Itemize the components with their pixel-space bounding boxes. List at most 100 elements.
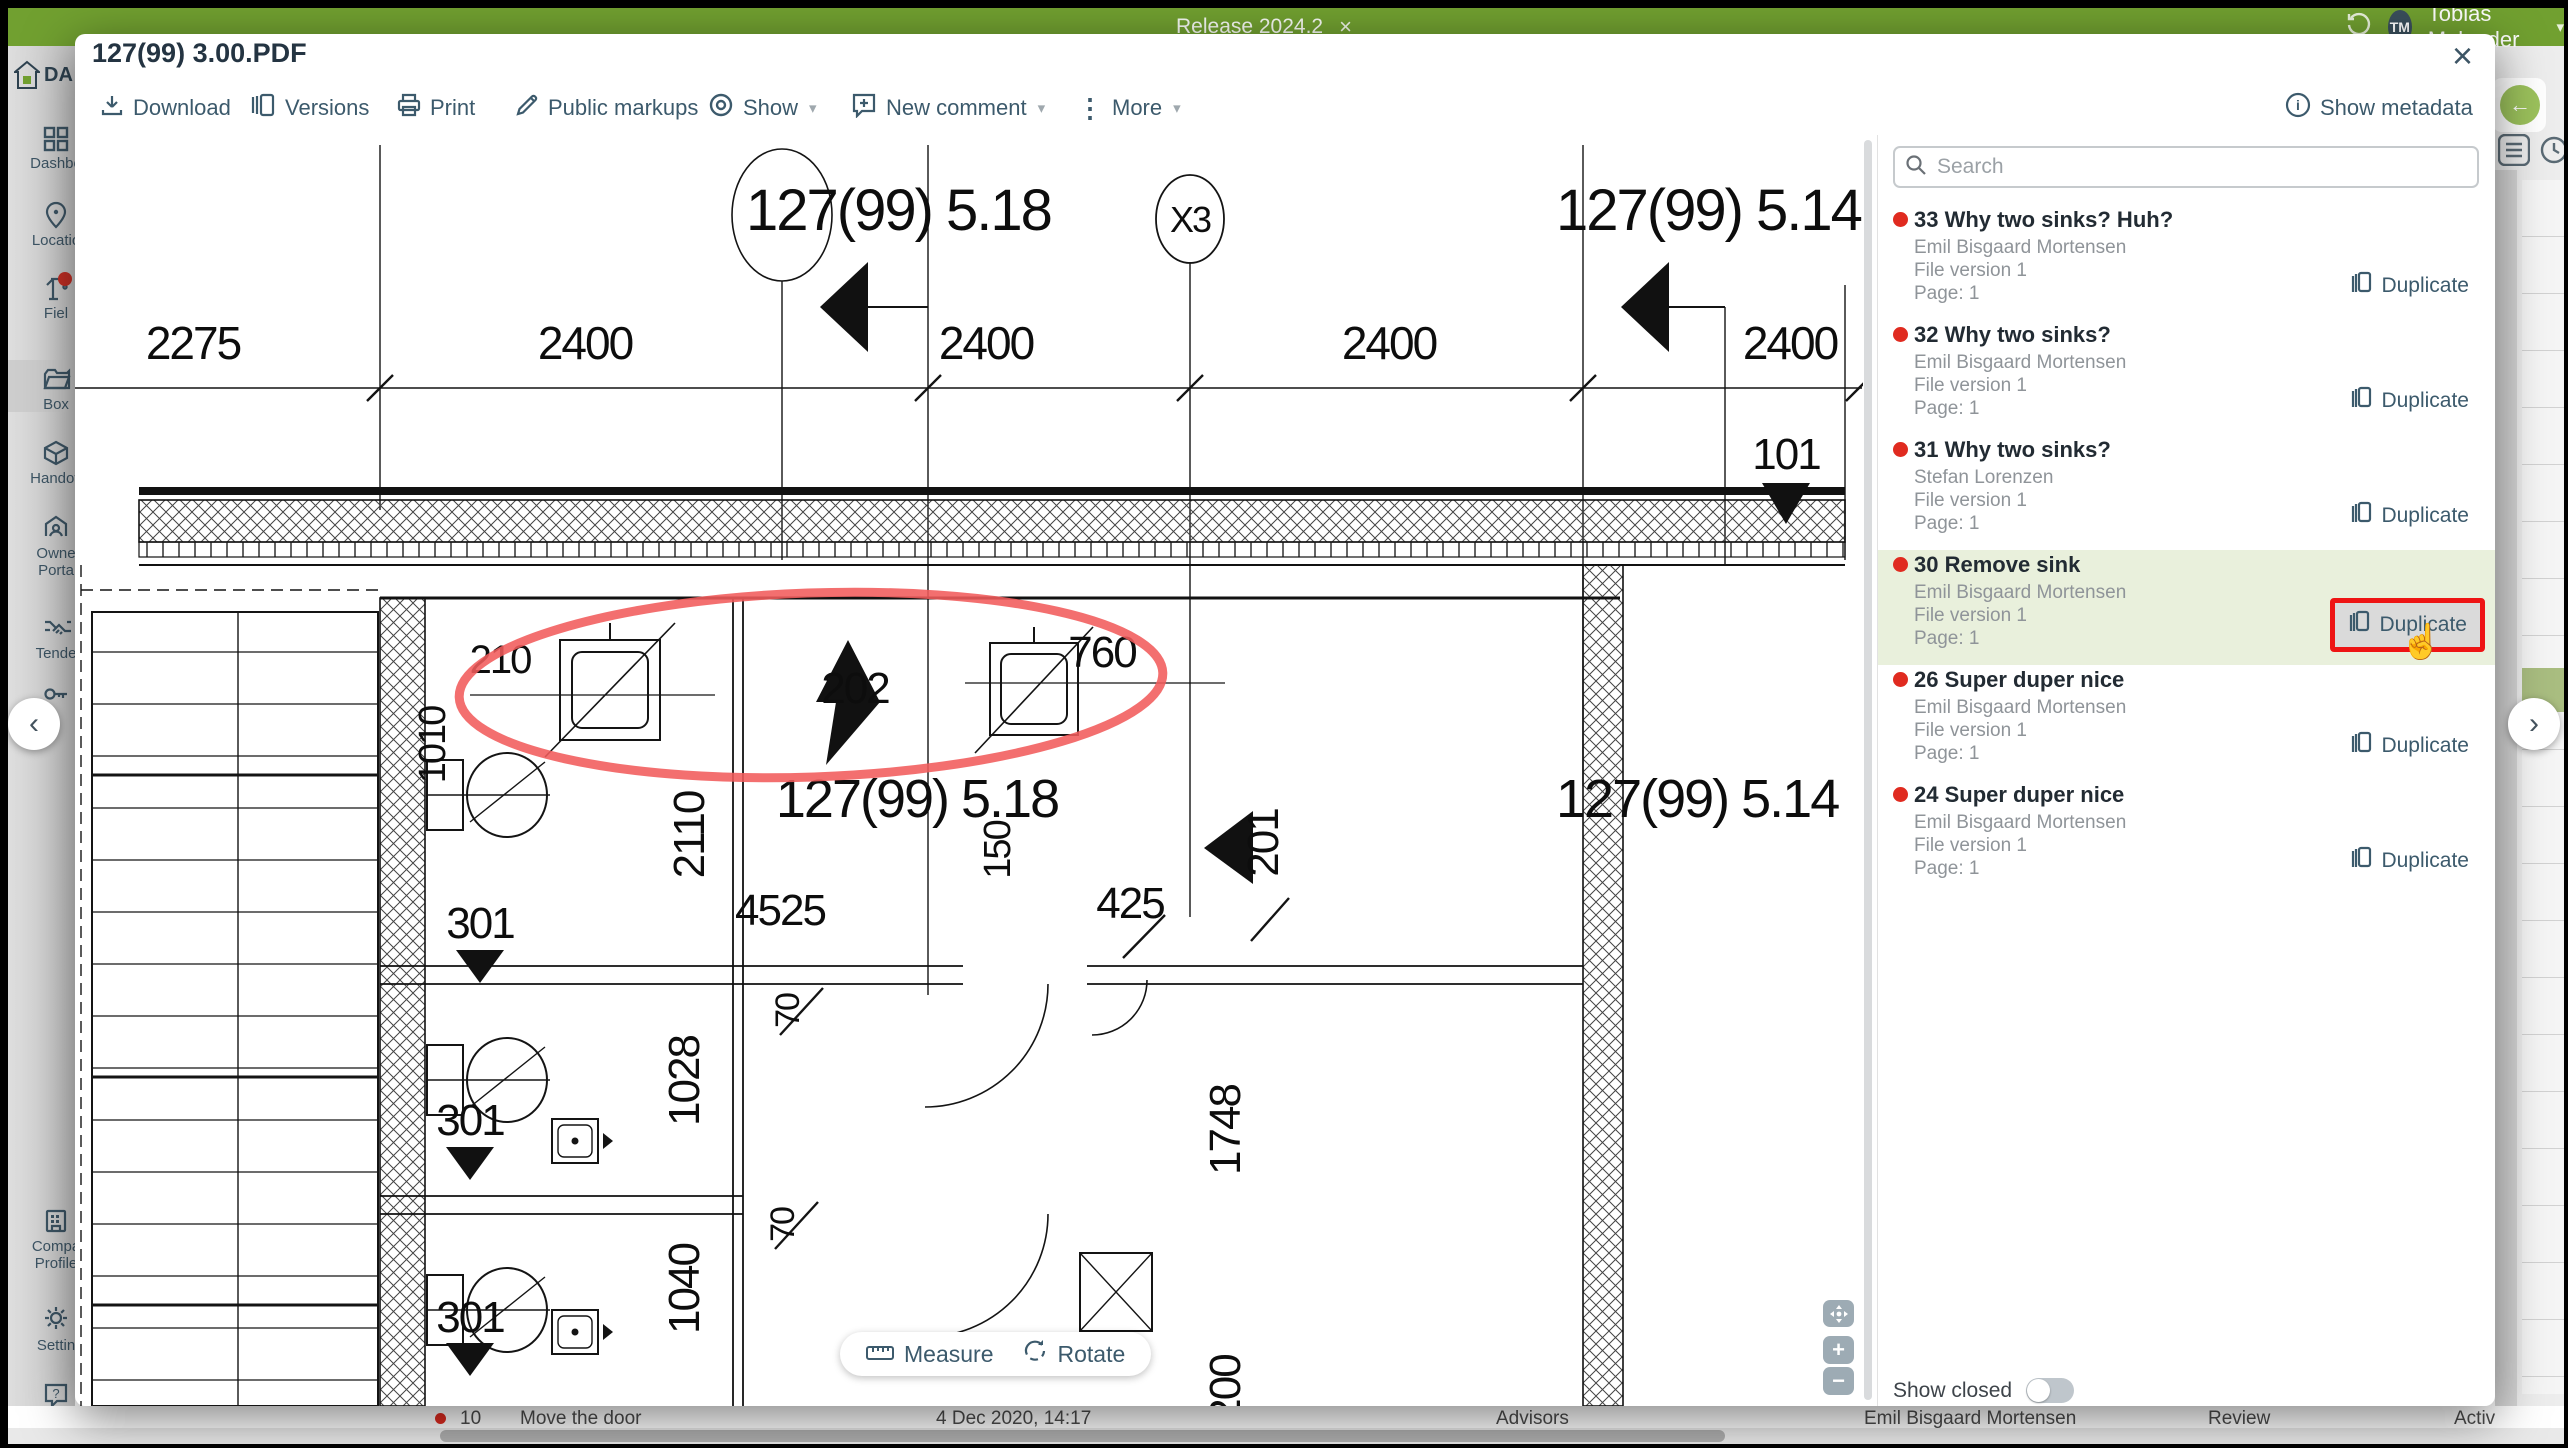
comment-page: Page: 1: [1914, 857, 2126, 880]
ruler-icon: [866, 1341, 894, 1368]
duplicate-icon: [2348, 610, 2370, 640]
duplicate-button[interactable]: Duplicate: [2340, 265, 2479, 307]
comment-author: Emil Bisgaard Mortensen: [1914, 236, 2126, 259]
comment-author: Emil Bisgaard Mortensen: [1914, 696, 2126, 719]
public-markups-button[interactable]: Public markups: [515, 92, 698, 124]
comment-page: Page: 1: [1914, 282, 2126, 305]
comment-file-version: File version 1: [1914, 604, 2126, 627]
search-input[interactable]: [1935, 154, 2435, 180]
comment-page: Page: 1: [1914, 512, 2053, 535]
svg-text:X3: X3: [1170, 199, 1211, 240]
print-icon: [397, 93, 421, 123]
svg-text:70: 70: [769, 993, 807, 1028]
walls: [139, 487, 1845, 1406]
horizontal-scrollbar-thumb[interactable]: [440, 1430, 1725, 1442]
svg-text:?: ?: [52, 1386, 59, 1401]
back-arrow-icon: ←: [2509, 92, 2531, 118]
dashboard-icon: [43, 126, 69, 157]
comment-status-dot: [1893, 557, 1908, 572]
comment-item-26[interactable]: 26 Super duper nice Emil Bisgaard Morten…: [1878, 665, 2495, 780]
duplicate-button[interactable]: Duplicate: [2340, 380, 2479, 422]
folder-icon: [43, 366, 71, 397]
svg-text:2400: 2400: [1342, 317, 1437, 369]
download-button[interactable]: Download: [100, 92, 231, 124]
cursor-hand-icon: ☝: [2400, 622, 2442, 662]
row-date: 4 Dec 2020, 14:17: [936, 1408, 1091, 1430]
svg-text:2275: 2275: [146, 317, 241, 369]
row-id: 10: [460, 1408, 481, 1430]
versions-button[interactable]: Versions: [250, 92, 369, 124]
comment-search[interactable]: [1893, 146, 2479, 188]
list-view-icon[interactable]: [2498, 134, 2530, 171]
notification-badge: [58, 272, 72, 286]
svg-text:1748: 1748: [1201, 1085, 1250, 1175]
svg-text:1040: 1040: [660, 1244, 709, 1334]
comment-status-dot: [1893, 672, 1908, 687]
red-markup-ellipse[interactable]: [456, 581, 1166, 789]
comment-item-32[interactable]: 32 Why two sinks? Emil Bisgaard Mortense…: [1878, 320, 2495, 435]
frame-left: [0, 0, 8, 1448]
screen: Release 2024.2 × TM Tobias Melander ▾ DA…: [0, 0, 2568, 1448]
comment-plus-icon: [851, 92, 877, 124]
rotate-icon: [1023, 1339, 1047, 1369]
app-logo[interactable]: DA: [14, 60, 73, 90]
svg-text:201: 201: [1239, 809, 1288, 877]
show-button[interactable]: Show ▾: [708, 92, 817, 124]
drawing-canvas[interactable]: 127(99) 5.18 X3 127(99) 5.14 2275 2400 2…: [75, 135, 1863, 1406]
row-status: Activ: [2454, 1408, 2495, 1430]
more-button[interactable]: ⋮ More ▾: [1077, 92, 1181, 124]
svg-text:70: 70: [764, 1207, 802, 1242]
comment-item-33[interactable]: 33 Why two sinks? Huh? Emil Bisgaard Mor…: [1878, 205, 2495, 320]
duplicate-icon: [2350, 731, 2372, 761]
svg-text:2110: 2110: [665, 791, 714, 878]
handshake-icon: [43, 616, 73, 645]
print-button[interactable]: Print: [397, 92, 475, 124]
background-table-row[interactable]: 10 Move the door 4 Dec 2020, 14:17 Advis…: [8, 1406, 2564, 1428]
frame-right: [2564, 0, 2568, 1448]
comment-author: Emil Bisgaard Mortensen: [1914, 351, 2126, 374]
zoom-out-button[interactable]: −: [1823, 1367, 1854, 1395]
next-file-button[interactable]: ›: [2508, 698, 2560, 750]
frame-top: [0, 0, 2568, 8]
dimension-ticks: [775, 898, 1289, 1249]
comment-item-31[interactable]: 31 Why two sinks? Stefan Lorenzen File v…: [1878, 435, 2495, 550]
comment-author: Stefan Lorenzen: [1914, 466, 2053, 489]
comment-status-dot: [1893, 212, 1908, 227]
duplicate-icon: [2350, 846, 2372, 876]
drawing-scrollbar[interactable]: [1864, 140, 1872, 1400]
doors: [925, 980, 1147, 1337]
svg-text:2400: 2400: [538, 317, 633, 369]
modal-close-button[interactable]: ×: [2452, 38, 2473, 74]
rotate-button[interactable]: Rotate: [1023, 1339, 1125, 1369]
svg-text:127(99) 5.18: 127(99) 5.18: [746, 178, 1051, 243]
duplicate-icon: [2350, 501, 2372, 531]
info-icon: i: [2285, 92, 2311, 124]
duplicate-icon: [2350, 386, 2372, 416]
stairs: [81, 565, 380, 1406]
pan-button[interactable]: [1823, 1300, 1854, 1327]
duplicate-button[interactable]: Duplicate: [2340, 725, 2479, 767]
show-caret-icon: ▾: [809, 99, 817, 117]
svg-text:4525: 4525: [735, 886, 825, 935]
comment-page: Page: 1: [1914, 397, 2126, 420]
comment-page: Page: 1: [1914, 742, 2126, 765]
duplicate-button[interactable]: Duplicate: [2340, 495, 2479, 537]
duplicate-icon: [2350, 271, 2372, 301]
comment-item-24[interactable]: 24 Super duper nice Emil Bisgaard Morten…: [1878, 780, 2495, 895]
package-box-icon: [43, 440, 69, 471]
show-metadata-button[interactable]: i Show metadata: [2285, 92, 2473, 124]
user-menu-caret-icon[interactable]: ▾: [2556, 18, 2564, 36]
new-comment-button[interactable]: New comment ▾: [851, 92, 1045, 124]
comment-author: Emil Bisgaard Mortensen: [1914, 811, 2126, 834]
show-closed-control: Show closed: [1893, 1378, 2074, 1403]
prev-file-button[interactable]: ‹: [8, 698, 60, 750]
svg-text:2400: 2400: [1743, 317, 1838, 369]
download-icon: [100, 93, 124, 123]
zoom-in-button[interactable]: +: [1823, 1336, 1854, 1364]
measure-button[interactable]: Measure: [866, 1341, 993, 1368]
duplicate-button[interactable]: Duplicate: [2340, 840, 2479, 882]
svg-text:127(99) 5.14: 127(99) 5.14: [1556, 178, 1862, 243]
house-person-icon: [43, 514, 69, 545]
show-closed-toggle[interactable]: [2026, 1378, 2074, 1403]
back-arrow-button[interactable]: ←: [2500, 85, 2540, 125]
